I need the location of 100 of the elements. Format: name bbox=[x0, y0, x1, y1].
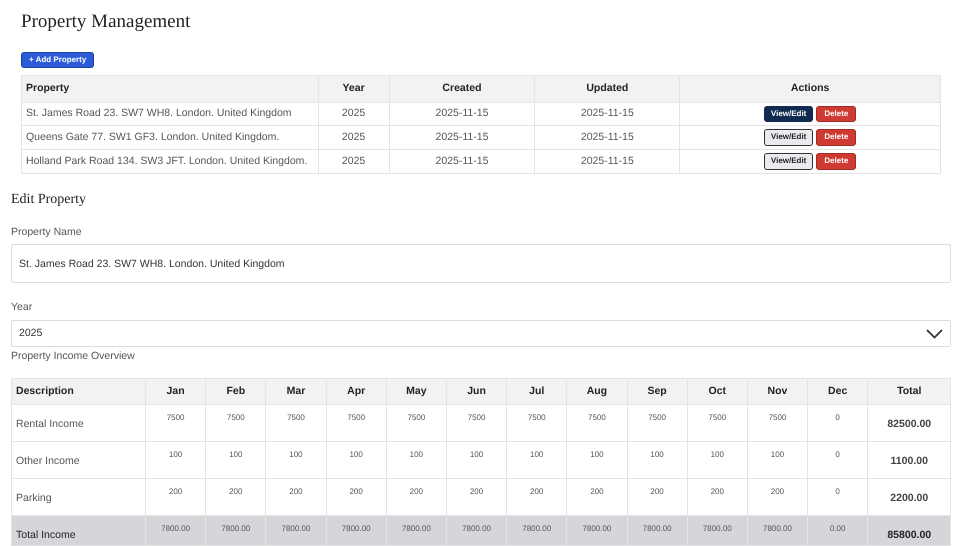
table-cell: 0 bbox=[835, 448, 840, 461]
table-cell: 7500 bbox=[166, 412, 184, 424]
table-cell: 100 bbox=[470, 448, 484, 461]
column-header: Property bbox=[22, 75, 318, 102]
table-cell: 7500 bbox=[708, 412, 726, 424]
row-label: Other Income bbox=[16, 454, 80, 469]
table-cell: 200 bbox=[590, 486, 604, 498]
table-cell: 0 bbox=[835, 412, 840, 424]
column-header: May bbox=[386, 378, 446, 404]
section-label: Property Income Overview bbox=[11, 349, 136, 364]
table-cell: 100 bbox=[590, 448, 604, 461]
delete-button[interactable]: Delete bbox=[816, 129, 856, 146]
table-cell: 7500 bbox=[347, 412, 366, 424]
table-cell: 7800.00 bbox=[221, 522, 250, 535]
property-name-field[interactable]: St. James Road 23. SW7 WH8. London. United Kingdom bbox=[11, 244, 951, 284]
table-cell: 2025 bbox=[318, 102, 390, 126]
table-cell: 200 bbox=[530, 486, 544, 498]
column-header: Created bbox=[389, 75, 535, 102]
table-cell: 7800.00 bbox=[582, 522, 612, 535]
row-label: Total Income bbox=[16, 528, 76, 543]
page-title: Property Management bbox=[21, 11, 192, 34]
row-total: 85800.00 bbox=[887, 528, 932, 543]
table-cell: 100 bbox=[650, 448, 664, 461]
table-cell: St. James Road 23. SW7 WH8. London. United Kingdom bbox=[22, 102, 318, 126]
table-cell: 7500 bbox=[468, 412, 486, 424]
table-cell: 7500 bbox=[528, 412, 546, 424]
year-select[interactable]: 2025 bbox=[11, 320, 951, 348]
table-cell: 2025 bbox=[318, 126, 390, 150]
view-edit-button[interactable]: View/Edit bbox=[764, 153, 814, 170]
section-heading: Edit Property bbox=[11, 192, 88, 209]
table-cell: 100 bbox=[530, 448, 544, 461]
column-header: Mar bbox=[266, 378, 326, 404]
table-cell: 100 bbox=[289, 448, 303, 461]
column-header: Jun bbox=[446, 378, 507, 404]
table-cell: 200 bbox=[289, 486, 303, 498]
table-cell: 200 bbox=[770, 486, 784, 498]
table-cell: 200 bbox=[229, 486, 242, 498]
table-cell: 7800.00 bbox=[282, 522, 310, 535]
column-header: Apr bbox=[326, 378, 386, 404]
table-cell: 7500 bbox=[407, 412, 426, 424]
column-header: Sep bbox=[627, 378, 688, 404]
add-property-button[interactable]: + Add Property bbox=[21, 52, 94, 68]
view-edit-button[interactable]: View/Edit bbox=[764, 129, 814, 146]
chevron-down-icon bbox=[926, 328, 943, 339]
table-cell: 7800.00 bbox=[702, 522, 732, 535]
row-total: 82500.00 bbox=[887, 416, 932, 432]
column-header: Jan bbox=[146, 378, 206, 404]
table-cell: 2025 bbox=[318, 150, 390, 174]
column-header: Dec bbox=[808, 378, 868, 404]
column-header: Updated bbox=[534, 75, 680, 102]
table-cell: 2025-11-15 bbox=[389, 102, 535, 126]
table-cell: 2025-11-15 bbox=[534, 102, 680, 126]
table-cell: 7500 bbox=[287, 412, 305, 424]
table-cell: 100 bbox=[410, 448, 424, 461]
row-label: Rental Income bbox=[16, 416, 84, 432]
column-header: Aug bbox=[566, 378, 627, 404]
column-header: Feb bbox=[206, 378, 266, 404]
table-cell: 100 bbox=[168, 448, 182, 461]
delete-button[interactable]: Delete bbox=[816, 153, 856, 170]
table-cell: 7800.00 bbox=[402, 522, 431, 535]
column-header: Description bbox=[12, 378, 146, 404]
table-cell: 100 bbox=[349, 448, 363, 461]
table-cell: 2025-11-15 bbox=[534, 126, 680, 150]
table-cell: 2025-11-15 bbox=[389, 126, 535, 150]
table-cell: 200 bbox=[470, 486, 484, 498]
table-cell: 0 bbox=[835, 486, 840, 498]
table-cell: Queens Gate 77. SW1 GF3. London. United Kingdom. bbox=[22, 126, 318, 150]
column-header: Actions bbox=[680, 75, 940, 102]
table-cell: 7800.00 bbox=[342, 522, 371, 535]
table-cell: 200 bbox=[168, 486, 182, 498]
row-total: 2200.00 bbox=[890, 490, 928, 506]
table-cell: 200 bbox=[349, 486, 363, 498]
table-cell: 100 bbox=[229, 448, 242, 461]
table-cell: 7500 bbox=[768, 412, 786, 424]
column-header: Year bbox=[318, 75, 390, 102]
table-cell: 7500 bbox=[588, 412, 606, 424]
table-cell: 200 bbox=[650, 486, 664, 498]
table-cell: 2025-11-15 bbox=[534, 150, 680, 174]
table-cell: 100 bbox=[770, 448, 784, 461]
delete-button[interactable]: Delete bbox=[816, 106, 856, 122]
row-label: Parking bbox=[16, 490, 52, 506]
field-label: Property Name bbox=[11, 224, 83, 240]
column-header: Total bbox=[868, 378, 951, 404]
table-cell: 100 bbox=[710, 448, 724, 461]
row-total: 1100.00 bbox=[890, 454, 928, 469]
field-label: Year bbox=[11, 300, 34, 316]
table-cell: 7800.00 bbox=[642, 522, 672, 535]
column-header: Oct bbox=[687, 378, 748, 404]
table-cell: 2025-11-15 bbox=[389, 150, 535, 174]
column-header: Nov bbox=[747, 378, 808, 404]
table-cell: 7500 bbox=[226, 412, 245, 424]
table-cell: 0.00 bbox=[830, 522, 846, 535]
table-cell: 7800.00 bbox=[161, 522, 190, 535]
table-cell: 200 bbox=[410, 486, 424, 498]
table-cell: 7500 bbox=[648, 412, 666, 424]
view-edit-button[interactable]: View/Edit bbox=[764, 106, 814, 122]
table-cell: Holland Park Road 134. SW3 JFT. London. United Kingdom. bbox=[22, 150, 318, 174]
column-header: Jul bbox=[506, 378, 567, 404]
table-cell: 7800.00 bbox=[522, 522, 552, 535]
table-cell: 7800.00 bbox=[462, 522, 491, 535]
